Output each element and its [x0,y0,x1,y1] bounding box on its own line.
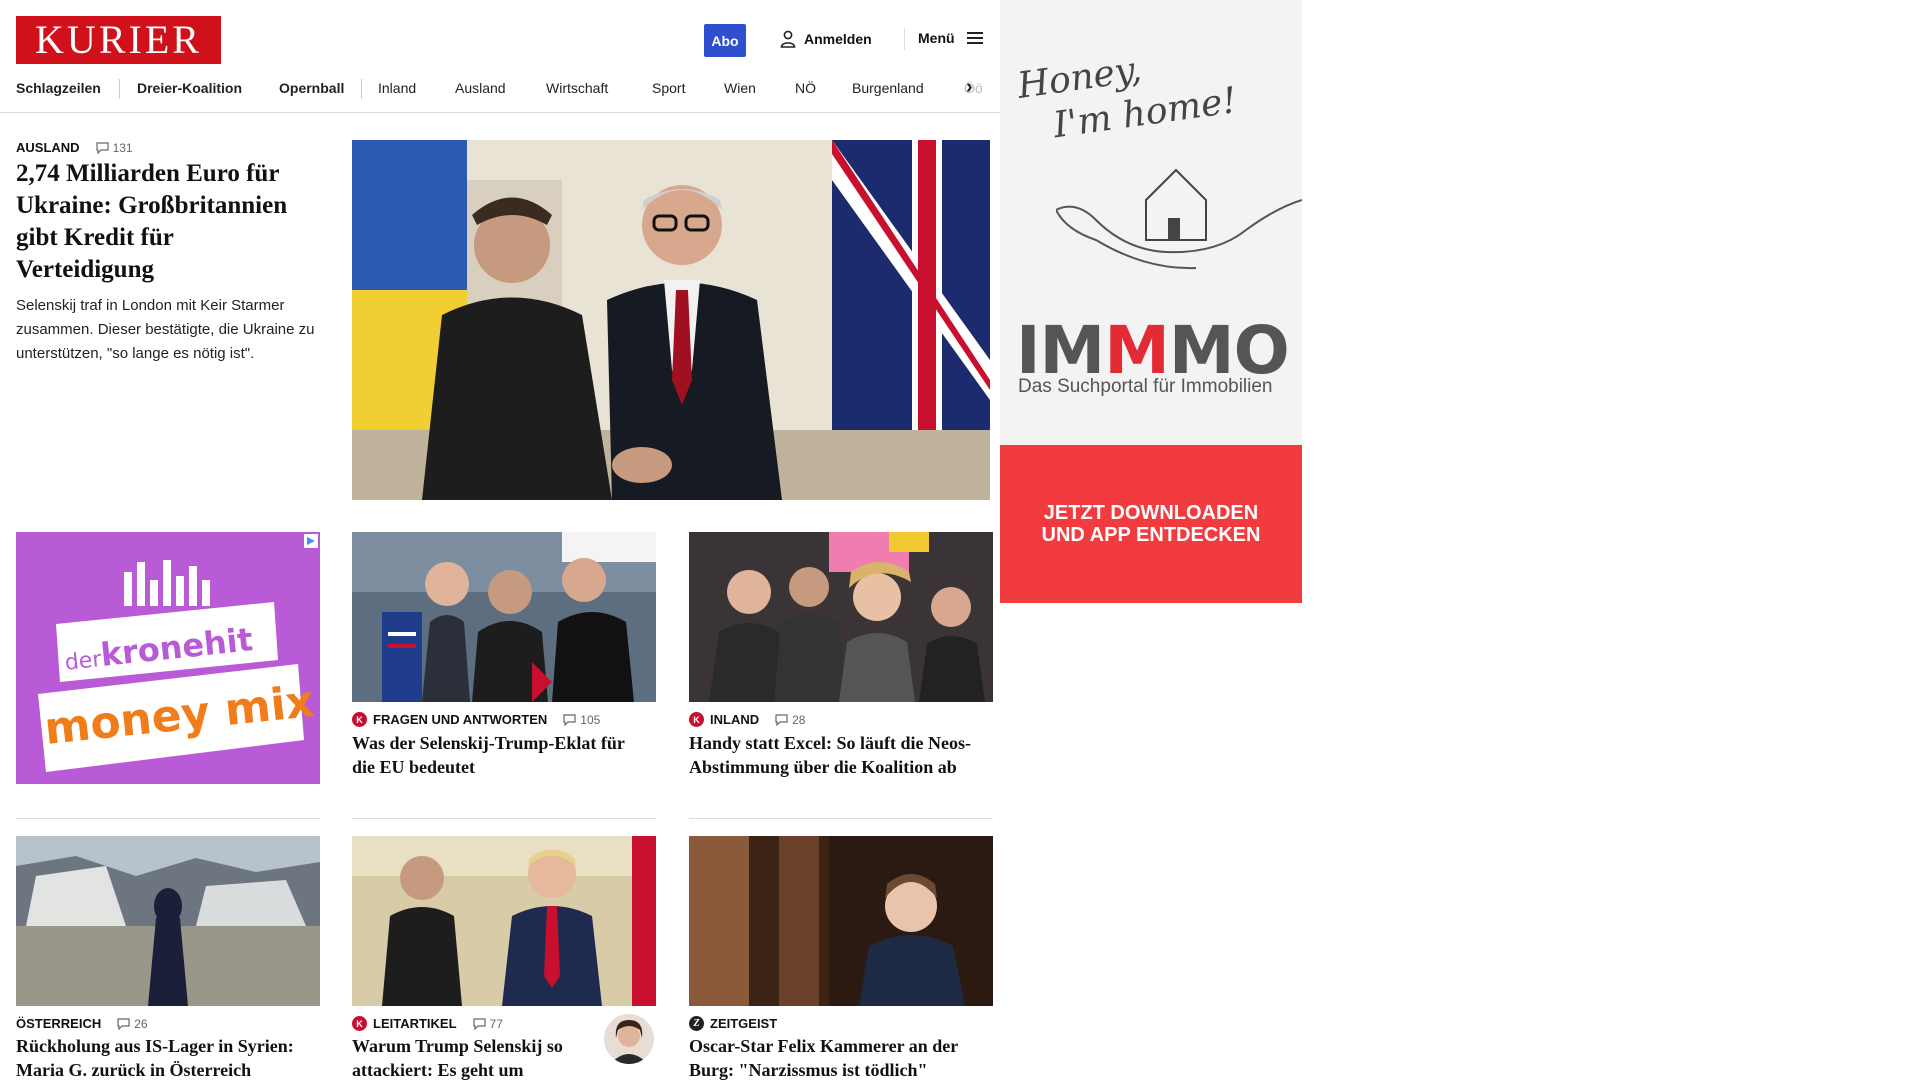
kurier-logo[interactable]: KURIER [16,16,221,64]
login-label: Anmelden [804,31,872,47]
lead-kicker[interactable]: AUSLAND 131 [16,140,133,155]
zeitgeist-badge-icon: z [689,1016,704,1031]
article-kicker[interactable]: K INLAND 28 [689,712,805,727]
article-category: ZEITGEIST [710,1016,778,1031]
article-comment-count[interactable]: 26 [117,1017,148,1031]
comment-icon [563,713,576,726]
article-comment-count[interactable]: 77 [472,1017,503,1031]
ad-download-button[interactable]: JETZT DOWNLOADEN UND APP ENTDECKEN [1000,445,1302,603]
nav-divider [119,79,120,99]
article-headline[interactable]: Rückholung aus IS-Lager in Syrien: Maria… [16,1034,316,1080]
section-nav: Schlagzeilen Dreier-Koalition Opernball … [0,76,1000,113]
lead-image[interactable] [352,140,990,500]
menu-label: Menü [918,30,955,46]
nav-item-wien[interactable]: Wien [724,80,756,96]
article-kicker[interactable]: K FRAGEN UND ANTWORTEN 105 [352,712,600,727]
immmo-ad[interactable]: Honey, I'm home! IMMMO Das Suchportal fü… [1000,0,1302,603]
article-category: FRAGEN UND ANTWORTEN [373,712,548,727]
kurier-badge-icon: K [689,712,704,727]
article-image[interactable] [352,532,656,702]
kronehit-promo[interactable]: derkronehit money mix [16,532,320,784]
comment-icon [117,1017,130,1030]
comment-icon [775,713,788,726]
divider [352,818,656,819]
nav-item-sport[interactable]: Sport [652,80,685,96]
login-button[interactable]: Anmelden [780,30,872,48]
nav-item-dreier-koalition[interactable]: Dreier-Koalition [137,80,242,96]
nav-item-noe[interactable]: NÖ [795,80,816,96]
article-image[interactable] [352,836,656,1006]
lead-comment-count[interactable]: 131 [95,141,133,155]
header-divider [904,28,905,50]
divider [16,818,320,819]
nav-item-ausland[interactable]: Ausland [455,80,506,96]
article-comment-count[interactable]: 105 [563,713,600,727]
menu-button[interactable]: Menü [918,30,983,46]
article-image[interactable] [689,836,993,1006]
article-kicker[interactable]: K LEITARTIKEL 77 [352,1016,503,1031]
nav-item-wirtschaft[interactable]: Wirtschaft [546,80,608,96]
author-avatar[interactable] [604,1014,654,1064]
article-headline[interactable]: Handy statt Excel: So läuft die Neos-Abs… [689,731,989,779]
article-category: INLAND [710,712,760,727]
immmo-subtitle: Das Suchportal für Immobilien [1018,376,1273,397]
article-headline[interactable]: Oscar-Star Felix Kammerer an der Burg: "… [689,1034,993,1080]
abo-button[interactable]: Abo [704,24,746,57]
hamburger-icon [966,32,983,44]
article-image[interactable] [16,836,320,1006]
article-comment-count[interactable]: 28 [775,713,805,727]
kurier-badge-icon: K [352,712,367,727]
lead-headline[interactable]: 2,74 Milliarden Euro für Ukraine: Großbr… [16,158,316,286]
article-kicker[interactable]: ÖSTERREICH 26 [16,1016,148,1031]
article-headline[interactable]: Warum Trump Selenskij so attackiert: Es … [352,1034,582,1080]
divider [689,818,993,819]
nav-item-schlagzeilen[interactable]: Schlagzeilen [16,80,101,96]
nav-divider [361,79,362,99]
article-image[interactable] [689,532,993,702]
article-kicker[interactable]: z ZEITGEIST [689,1016,777,1031]
article-headline[interactable]: Was der Selenskij-Trump-Eklat für die EU… [352,731,652,779]
nav-item-burgenland[interactable]: Burgenland [852,80,924,96]
house-hand-icon [1056,168,1302,270]
user-icon [780,30,796,48]
comment-icon [472,1017,486,1030]
article-category: ÖSTERREICH [16,1016,102,1031]
kurier-badge-icon: K [352,1016,367,1031]
nav-item-opernball[interactable]: Opernball [279,80,344,96]
chevron-right-icon[interactable]: › [966,77,973,97]
lead-category: AUSLAND [16,140,80,155]
lead-teaser: Selenskij traf in London mit Keir Starme… [16,297,315,362]
nav-item-inland[interactable]: Inland [378,80,416,96]
article-category: LEITARTIKEL [373,1016,457,1031]
ad-tagline: Honey, I'm home! [1015,49,1240,147]
promo-line1: der [63,647,103,676]
comment-icon [95,141,109,154]
main-content: KURIER Abo Anmelden Menü Schlagzeilen Dr… [0,0,1000,1080]
